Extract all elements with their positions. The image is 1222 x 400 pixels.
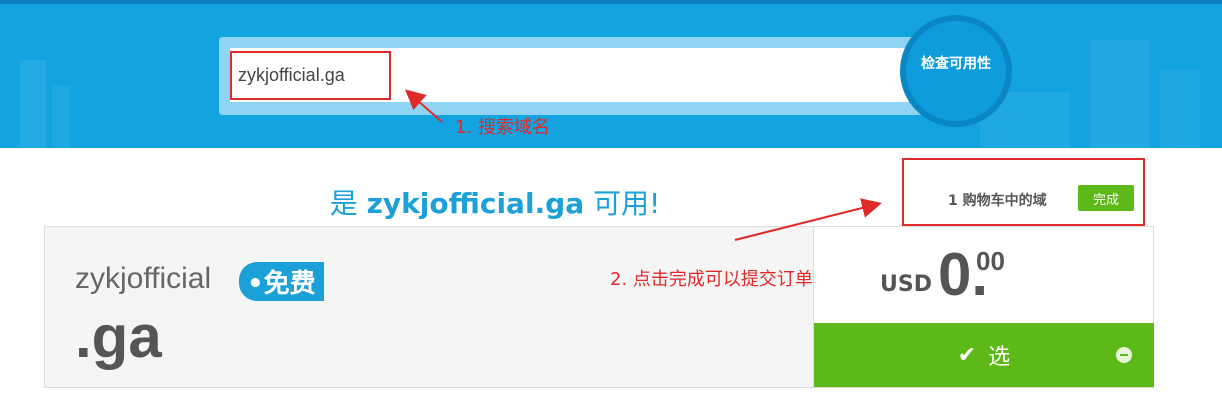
cart-summary: 1 购物车中的域 — [948, 193, 1047, 209]
check-availability-button[interactable]: 检查可用性 — [900, 15, 1012, 127]
top-accent-line — [0, 0, 1222, 4]
availability-suffix: 可用! — [584, 187, 661, 220]
price-decimal: 00 — [976, 246, 1005, 276]
free-badge: •免费 — [239, 262, 324, 301]
check-icon: ✔ — [957, 342, 977, 367]
annotation-step-1: 1. 搜索域名 — [455, 117, 550, 138]
done-button[interactable]: 完成 — [1078, 185, 1134, 211]
availability-heading: 是 zykjofficial.ga 可用! — [0, 182, 990, 222]
price-currency: USD — [880, 272, 932, 297]
annotation-step-2: 2. 点击完成可以提交订单 — [610, 269, 813, 290]
domain-name-label: zykjofficial — [75, 262, 212, 295]
background-building — [52, 86, 70, 148]
availability-prefix: 是 — [329, 187, 367, 220]
select-domain-button[interactable]: ✔ 选 — [814, 323, 1154, 387]
select-button-label: 选 — [988, 344, 1011, 369]
availability-domain: zykjofficial.ga — [366, 187, 585, 220]
domain-tld-label: .ga — [75, 303, 162, 370]
remove-icon[interactable] — [1116, 347, 1132, 363]
background-building — [1090, 40, 1150, 148]
background-building — [1160, 70, 1200, 148]
domain-search-input[interactable] — [230, 48, 910, 102]
background-building — [20, 60, 46, 148]
